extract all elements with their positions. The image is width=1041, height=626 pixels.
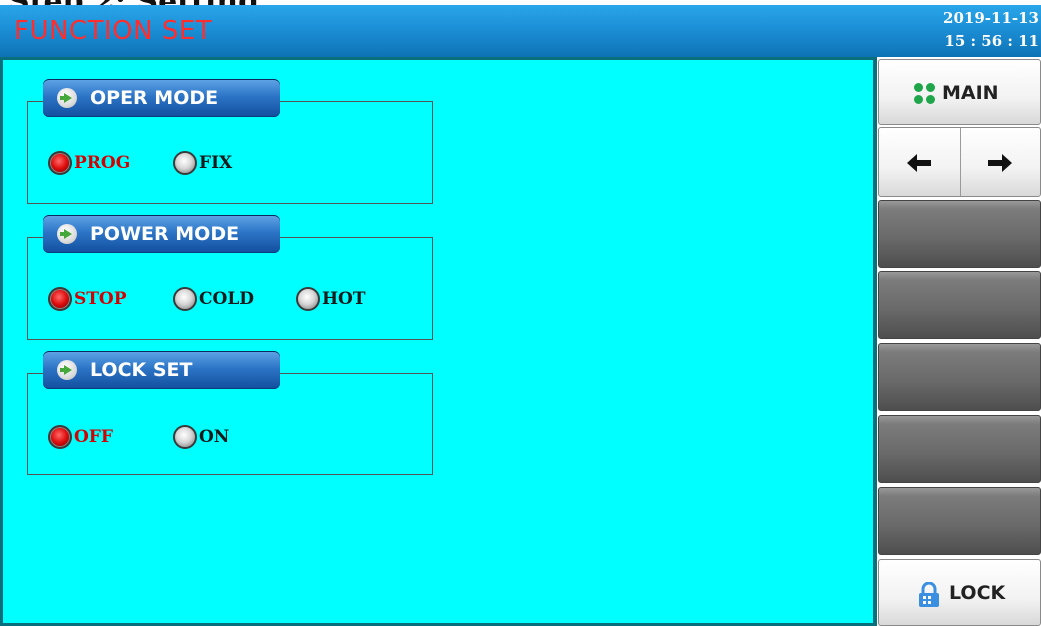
radio-unselected-icon [173,151,197,175]
padlock-icon [919,582,939,607]
radio-unselected-icon [173,287,197,311]
radio-on-label: ON [199,427,230,447]
radio-on[interactable]: ON [173,424,229,450]
main-button-label: MAIN [942,82,999,104]
radio-stop[interactable]: STOP [48,286,127,312]
radio-selected-icon [48,425,72,449]
blank-button-1[interactable] [878,200,1041,268]
screen-title: FUNCTION SET [14,16,213,46]
radio-off[interactable]: OFF [48,424,113,450]
radio-selected-icon [48,151,72,175]
lock-set-title: LOCK SET [90,359,193,381]
time-readout: 15 : 56 : 11 [944,32,1039,50]
title-bar: FUNCTION SET 2019-11-13 15 : 56 : 11 [0,5,1041,57]
lock-button-label: LOCK [949,582,1006,604]
radio-prog-label: PROG [74,153,131,173]
blank-button-3[interactable] [878,343,1041,411]
page-nav-buttons [878,127,1041,197]
power-mode-title: POWER MODE [90,223,240,245]
radio-stop-label: STOP [74,289,127,309]
blank-button-4[interactable] [878,415,1041,483]
next-page-button[interactable] [960,128,1041,196]
blank-button-2[interactable] [878,271,1041,339]
power-mode-header: POWER MODE [43,215,280,253]
radio-unselected-icon [173,425,197,449]
lock-button[interactable]: LOCK [878,559,1041,626]
lock-set-header: LOCK SET [43,351,280,389]
date-readout: 2019-11-13 [943,9,1039,27]
oper-mode-title: OPER MODE [90,87,219,109]
radio-fix-label: FIX [199,153,233,173]
radio-off-label: OFF [74,427,113,447]
oper-mode-header: OPER MODE [43,79,280,117]
radio-unselected-icon [296,287,320,311]
radio-hot[interactable]: HOT [296,286,366,312]
main-button[interactable]: MAIN [878,59,1041,125]
arrow-right-icon [987,154,1012,172]
radio-prog[interactable]: PROG [48,150,130,176]
arrow-right-icon [57,360,77,380]
arrow-right-icon [57,224,77,244]
function-set-panel: OPER MODE PROG FIX POWER MODE STOP COLD … [0,57,877,626]
arrow-left-icon [907,154,931,172]
arrow-right-icon [57,88,77,108]
radio-cold-label: COLD [199,289,255,309]
radio-cold[interactable]: COLD [173,286,254,312]
datetime-display: 2019-11-13 15 : 56 : 11 [919,7,1039,53]
radio-fix[interactable]: FIX [173,150,232,176]
prev-page-button[interactable] [879,128,961,196]
blank-button-5[interactable] [878,487,1041,555]
radio-hot-label: HOT [322,289,366,309]
radio-selected-icon [48,287,72,311]
side-nav-panel: MAIN LOCK [877,57,1041,626]
four-dots-icon [914,83,938,105]
